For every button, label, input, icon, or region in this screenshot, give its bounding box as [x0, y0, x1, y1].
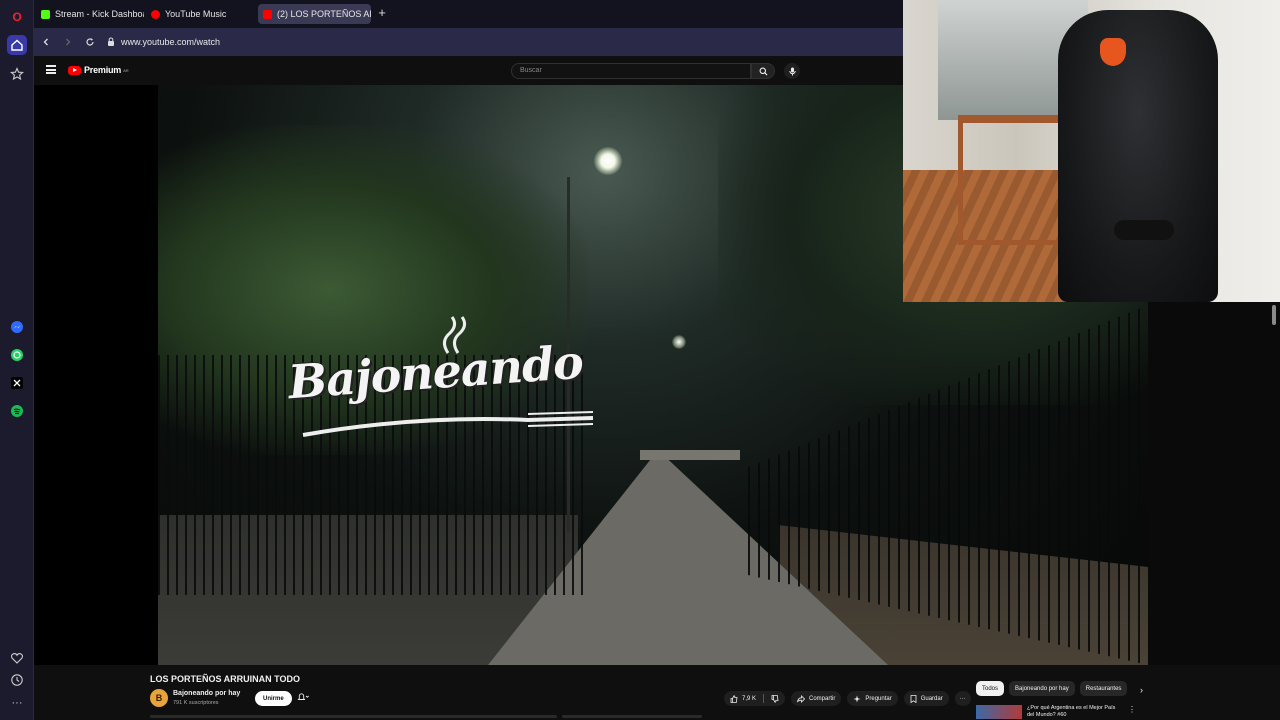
street-lamp — [594, 147, 622, 175]
tab-kick-dashboard[interactable]: Stream - Kick Dashboard — [36, 4, 144, 24]
chevron-right-icon[interactable]: › — [1140, 685, 1143, 695]
whatsapp-icon[interactable] — [7, 345, 27, 365]
action-buttons: 7,9 K Compartir Preguntar Guardar ··· — [724, 691, 971, 706]
ask-label: Preguntar — [865, 695, 892, 702]
youtube-music-icon — [151, 9, 160, 19]
new-tab-button[interactable]: + — [376, 6, 388, 19]
x-twitter-icon[interactable] — [7, 373, 27, 393]
tab-youtube-video[interactable]: (2) LOS PORTEÑOS ARRU — [258, 4, 371, 24]
like-button[interactable]: 7,9 K — [724, 691, 786, 706]
youtube-premium-logo[interactable]: Premium AR — [68, 65, 129, 75]
recommended-video[interactable]: ¿Por qué Argentina es el Mejor País del … — [976, 705, 1136, 719]
share-button[interactable]: Compartir — [791, 691, 842, 706]
lock-icon[interactable] — [107, 37, 115, 48]
gaming-chair — [1058, 10, 1218, 302]
sidewalk-far — [640, 450, 740, 460]
menu-icon[interactable] — [46, 65, 56, 74]
country-code: AR — [123, 67, 129, 73]
save-label: Guardar — [920, 695, 943, 702]
more-actions-button[interactable]: ··· — [954, 691, 971, 706]
thumbs-down-icon — [771, 694, 779, 703]
more-dots-icon[interactable]: ··· — [7, 693, 27, 713]
heart-icon[interactable] — [7, 648, 27, 668]
description-bar — [150, 715, 557, 718]
address-bar: www.youtube.com/watch — [34, 28, 903, 56]
right-panel — [1148, 302, 1280, 665]
video-info: LOS PORTEÑOS ARRUINAN TODO B Bajoneando … — [34, 665, 1280, 720]
home-icon[interactable] — [7, 35, 27, 55]
save-button[interactable]: Guardar — [903, 691, 949, 706]
scrollbar[interactable] — [1272, 305, 1276, 325]
history-icon[interactable] — [7, 670, 27, 690]
thumbs-up-icon — [730, 694, 738, 703]
bookmark-icon — [910, 694, 917, 703]
webcam-overlay — [903, 0, 1280, 302]
like-count: 7,9 K — [742, 695, 757, 702]
tab-label: (2) LOS PORTEÑOS ARRU — [277, 9, 371, 19]
messenger-icon[interactable] — [7, 317, 27, 337]
channel-avatar[interactable]: B — [150, 689, 168, 707]
tab-label: YouTube Music — [165, 9, 227, 19]
recommendation-chips: Todos Bajoneando por hay Restaurantes — [976, 681, 1128, 696]
url-text[interactable]: www.youtube.com/watch — [121, 37, 220, 47]
channel-name[interactable]: Bajoneando por hay — [173, 690, 240, 697]
youtube-play-icon — [68, 65, 81, 75]
share-label: Compartir — [809, 695, 836, 702]
kick-icon — [41, 9, 50, 19]
description-bar-secondary — [562, 715, 702, 718]
youtube-header: Premium AR Buscar — [34, 56, 903, 85]
share-icon — [797, 694, 806, 703]
chair-logo-icon — [1100, 38, 1126, 66]
bell-icon[interactable] — [297, 692, 309, 705]
join-button[interactable]: Unirme — [255, 691, 292, 706]
chair-armrest — [1114, 220, 1174, 240]
ask-button[interactable]: Preguntar — [847, 691, 898, 706]
back-icon[interactable] — [35, 31, 57, 53]
microphone-icon[interactable] — [784, 63, 800, 79]
kebab-menu-icon[interactable]: ⋮ — [1128, 705, 1136, 714]
opera-sidebar: O ··· — [0, 0, 34, 720]
chip-channel[interactable]: Bajoneando por hay — [1009, 681, 1075, 696]
recommended-title[interactable]: ¿Por qué Argentina es el Mejor País del … — [1027, 705, 1117, 719]
reload-icon[interactable] — [79, 31, 101, 53]
search-input[interactable]: Buscar — [511, 63, 751, 79]
street-lamp-far — [672, 335, 686, 349]
forward-icon[interactable] — [57, 31, 79, 53]
webcam-table — [958, 115, 1068, 245]
spotify-icon[interactable] — [7, 401, 27, 421]
opera-logo-icon[interactable]: O — [7, 7, 27, 27]
sparkle-icon — [853, 695, 861, 702]
logo-text: Bajoneando — [286, 334, 585, 410]
chip-restaurants[interactable]: Restaurantes — [1079, 681, 1128, 696]
fork-icon — [302, 411, 594, 437]
recommended-thumbnail[interactable] — [976, 705, 1022, 719]
star-icon[interactable] — [7, 64, 27, 84]
bajoneando-logo: Bajoneando — [286, 315, 618, 445]
tab-label: Stream - Kick Dashboard — [55, 9, 144, 19]
tab-bar: Stream - Kick Dashboard YouTube Music (2… — [34, 0, 903, 28]
chip-all[interactable]: Todos — [976, 681, 1005, 696]
search-icon — [759, 67, 768, 76]
subscriber-count: 791 K suscriptores — [173, 700, 219, 706]
tab-youtube-music[interactable]: YouTube Music — [146, 4, 254, 24]
brand-label: Premium — [84, 65, 122, 75]
video-title: LOS PORTEÑOS ARRUINAN TODO — [150, 674, 301, 684]
youtube-icon — [263, 9, 272, 19]
search-button[interactable] — [751, 63, 775, 79]
